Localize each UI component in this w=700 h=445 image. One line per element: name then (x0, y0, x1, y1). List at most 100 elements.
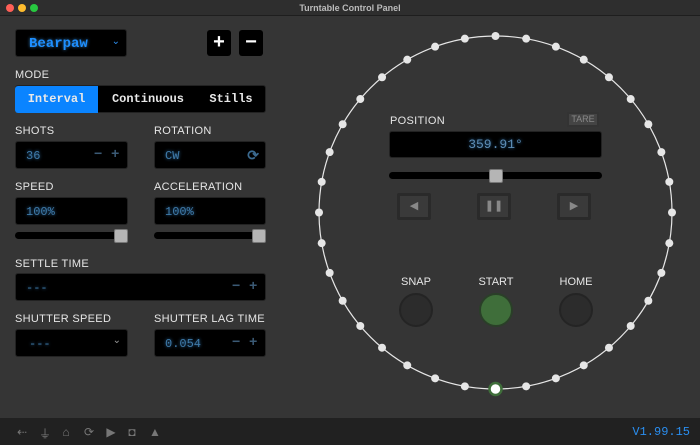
dial-dot[interactable] (552, 43, 560, 51)
acceleration-field[interactable]: 100% (154, 197, 266, 225)
dial-dot[interactable] (326, 148, 334, 156)
speed-slider-thumb[interactable] (114, 229, 128, 243)
remove-profile-button[interactable]: − (239, 30, 263, 56)
shots-label: SHOTS (15, 125, 54, 137)
dial-dot-active[interactable] (490, 383, 502, 395)
add-profile-button[interactable]: + (207, 30, 231, 56)
dial-dot[interactable] (492, 32, 500, 40)
dial-dot[interactable] (522, 35, 530, 43)
title-bar: Turntable Control Panel (0, 0, 700, 16)
dial-dot[interactable] (657, 269, 665, 277)
rotate-left-button[interactable]: ◀ (397, 193, 431, 220)
dial-dot[interactable] (461, 35, 469, 43)
dial-dot[interactable] (665, 178, 673, 186)
dial-dot[interactable] (461, 382, 469, 390)
close-button[interactable] (6, 4, 14, 12)
rotation-value: CW (165, 149, 179, 163)
dial-dot[interactable] (431, 43, 439, 51)
speed-slider[interactable] (15, 232, 128, 239)
dial-dot[interactable] (315, 209, 323, 217)
chevron-down-icon: ⌄ (113, 335, 121, 346)
mode-label: MODE (15, 69, 49, 81)
dial-dot[interactable] (605, 73, 613, 81)
sync-icon[interactable]: ⟳ (247, 147, 259, 164)
dial-dot[interactable] (378, 73, 386, 81)
shutter-lag-decrement[interactable]: − (232, 335, 240, 351)
shutter-speed-select[interactable]: --- ⌄ (15, 329, 128, 357)
dial-dot[interactable] (326, 269, 334, 277)
start-label: START (466, 276, 526, 288)
acceleration-slider-thumb[interactable] (252, 229, 266, 243)
dial-dot[interactable] (403, 56, 411, 64)
dial-dot[interactable] (356, 322, 364, 330)
shots-decrement[interactable]: − (94, 147, 102, 163)
dial-dot[interactable] (668, 209, 676, 217)
settle-time-value[interactable]: --- (26, 281, 48, 295)
dial-dot[interactable] (431, 374, 439, 382)
acceleration-label: ACCELERATION (154, 181, 242, 193)
dial-dot[interactable] (580, 361, 588, 369)
dial-dot[interactable] (605, 344, 613, 352)
zoom-button[interactable] (30, 4, 38, 12)
speed-field[interactable]: 100% (15, 197, 128, 225)
shots-value[interactable]: 36 (26, 149, 40, 163)
dial-dot[interactable] (627, 95, 635, 103)
shutter-lag-increment[interactable]: + (249, 335, 257, 351)
shots-increment[interactable]: + (111, 147, 119, 163)
tare-button[interactable]: TARE (567, 112, 599, 127)
sync-icon: ⟳ (82, 425, 96, 439)
minimize-button[interactable] (18, 4, 26, 12)
settle-time-label: SETTLE TIME (15, 258, 89, 270)
snap-button[interactable] (399, 293, 433, 327)
rotation-toggle[interactable]: CW ⟳ (154, 141, 266, 169)
home-button[interactable] (559, 293, 593, 327)
acceleration-slider[interactable] (154, 232, 266, 239)
shutter-speed-value: --- (29, 337, 51, 351)
position-display: 359.91° (389, 131, 602, 158)
dial-dot[interactable] (644, 120, 652, 128)
triangle-left-icon: ◀ (410, 200, 418, 212)
position-slider-thumb[interactable] (489, 169, 503, 183)
dial-dot[interactable] (657, 148, 665, 156)
mode-stills[interactable]: Stills (198, 86, 264, 113)
settle-time-stepper: --- − + (15, 273, 266, 301)
dial-dot[interactable] (318, 178, 326, 186)
settle-time-increment[interactable]: + (249, 279, 257, 295)
dial-dot[interactable] (627, 322, 635, 330)
dial-dot[interactable] (580, 56, 588, 64)
position-label: POSITION (390, 115, 445, 127)
dial-dot[interactable] (644, 297, 652, 305)
shutter-lag-label: SHUTTER LAG TIME (154, 313, 265, 325)
speed-value: 100% (26, 205, 55, 219)
dial-dot[interactable] (378, 344, 386, 352)
speed-label: SPEED (15, 181, 54, 193)
dial-dot[interactable] (552, 374, 560, 382)
play-icon: ▶ (104, 425, 118, 439)
snap-label: SNAP (386, 276, 446, 288)
rotate-right-button[interactable]: ▶ (557, 193, 591, 220)
dial-dot[interactable] (356, 95, 364, 103)
profile-value: Bearpaw (29, 36, 88, 52)
rotation-label: ROTATION (154, 125, 212, 137)
camera-icon: ◘ (125, 425, 139, 439)
shots-stepper: 36 − + (15, 141, 128, 169)
mode-continuous[interactable]: Continuous (98, 86, 198, 113)
dial-dot[interactable] (522, 382, 530, 390)
shutter-speed-label: SHUTTER SPEED (15, 313, 111, 325)
pause-icon: ❚❚ (485, 200, 503, 212)
dial-dot[interactable] (403, 361, 411, 369)
dial-dot[interactable] (318, 239, 326, 247)
shutter-lag-value[interactable]: 0.054 (165, 337, 201, 351)
pause-button[interactable]: ❚❚ (477, 193, 511, 220)
triangle-right-icon: ▶ (570, 200, 578, 212)
dial-dot[interactable] (339, 120, 347, 128)
mode-interval[interactable]: Interval (15, 86, 98, 113)
dial-dot[interactable] (665, 239, 673, 247)
version-label: V1.99.15 (632, 425, 690, 439)
settle-time-decrement[interactable]: − (232, 279, 240, 295)
window-title: Turntable Control Panel (299, 3, 400, 13)
dial-dot[interactable] (339, 297, 347, 305)
start-button[interactable] (479, 293, 513, 327)
acceleration-value: 100% (165, 205, 194, 219)
profile-select[interactable]: Bearpaw ⌄ (15, 29, 127, 57)
